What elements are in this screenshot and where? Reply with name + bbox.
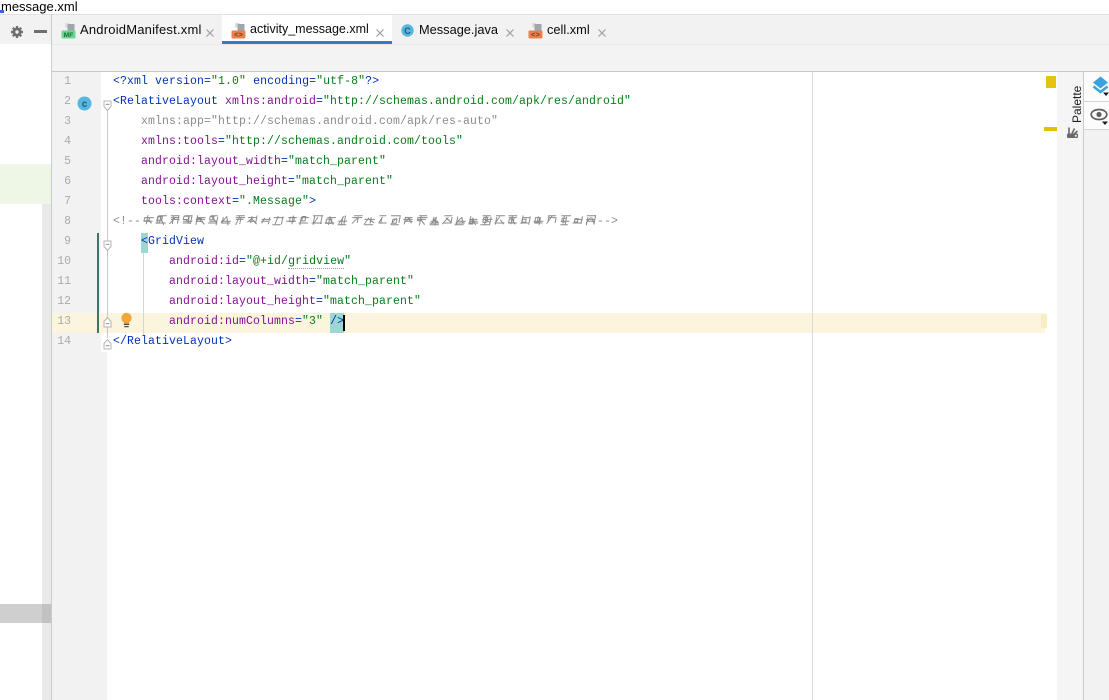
svg-text:MF: MF — [64, 32, 73, 39]
svg-text:C: C — [404, 26, 411, 36]
svg-text:c: c — [82, 99, 88, 110]
svg-text:<>: <> — [531, 32, 541, 39]
svg-text:<>: <> — [234, 32, 244, 39]
